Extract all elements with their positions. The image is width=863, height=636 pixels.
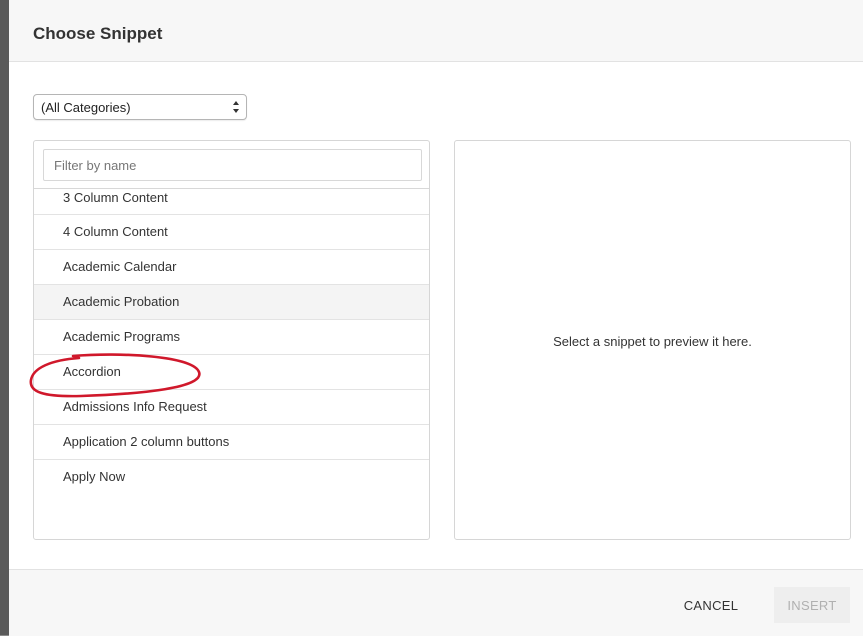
category-select-value: (All Categories) (41, 100, 131, 115)
snippet-list-item[interactable]: Apply Now (34, 460, 429, 495)
choose-snippet-dialog: Choose Snippet (All Categories) 3 Column… (9, 0, 863, 636)
snippet-list-item[interactable]: Academic Calendar (34, 250, 429, 285)
dialog-footer: CANCEL INSERT (9, 569, 863, 636)
up-down-arrows-icon (233, 101, 239, 113)
insert-button[interactable]: INSERT (774, 587, 850, 623)
window-edge (0, 0, 9, 635)
snippet-list-item[interactable]: 4 Column Content (34, 215, 429, 250)
category-select[interactable]: (All Categories) (33, 94, 247, 120)
dialog-title: Choose Snippet (33, 24, 163, 43)
snippet-list-item[interactable]: Accordion (34, 355, 429, 390)
dialog-header: Choose Snippet (9, 0, 863, 62)
filter-input[interactable] (43, 149, 422, 181)
cancel-button[interactable]: CANCEL (673, 590, 749, 620)
snippet-list-item[interactable]: Academic Programs (34, 320, 429, 355)
snippet-list-item[interactable]: Academic Probation (34, 285, 429, 320)
preview-empty-message: Select a snippet to preview it here. (553, 334, 752, 349)
snippet-list: 3 Column Content 4 Column Content Academic… (34, 188, 429, 495)
snippet-list-item[interactable]: 3 Column Content (34, 189, 429, 215)
snippet-list-item[interactable]: Admissions Info Request (34, 390, 429, 425)
snippet-list-item[interactable]: Application 2 column buttons (34, 425, 429, 460)
preview-panel: Select a snippet to preview it here. (454, 140, 851, 540)
snippet-list-panel: 3 Column Content4 Column ContentAcademic… (33, 140, 430, 540)
